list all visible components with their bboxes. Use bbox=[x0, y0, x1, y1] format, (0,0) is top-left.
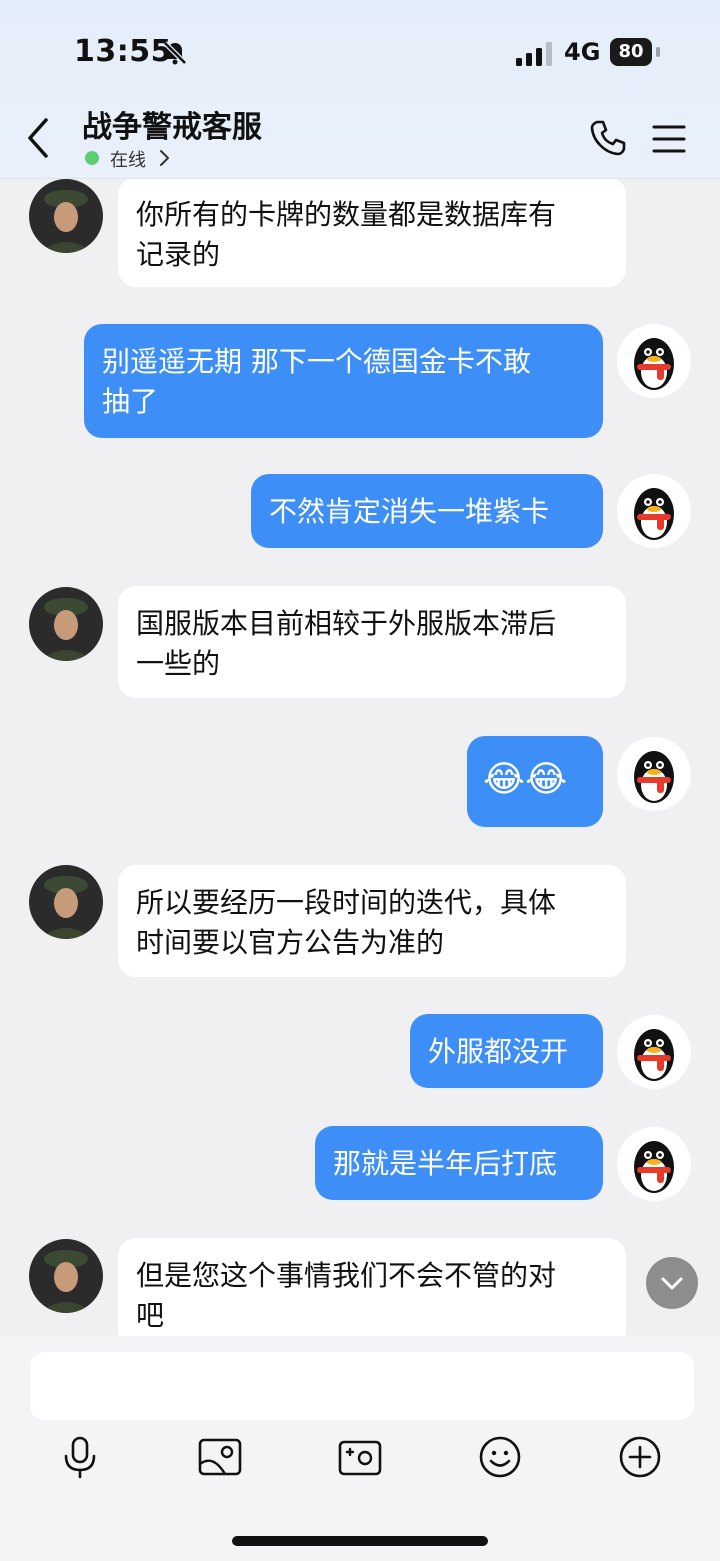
status-time: 13:55 bbox=[74, 34, 172, 69]
menu-icon[interactable] bbox=[652, 124, 686, 154]
emoji-icon[interactable] bbox=[477, 1434, 523, 1480]
user-avatar[interactable] bbox=[617, 737, 691, 811]
bell-muted-icon bbox=[163, 41, 187, 65]
message-bubble-incoming[interactable]: 但是您这个事情我们不会不管的对 吧 bbox=[118, 1238, 626, 1336]
agent-avatar[interactable] bbox=[29, 1239, 103, 1313]
message-bubble-outgoing[interactable]: 外服都没开 bbox=[410, 1014, 603, 1088]
online-status[interactable]: 在线 bbox=[110, 146, 146, 172]
plus-icon[interactable] bbox=[617, 1434, 663, 1480]
chat-title: 战争警戒客服 bbox=[82, 110, 262, 145]
cellular-signal-icon bbox=[516, 42, 552, 66]
camera-icon[interactable] bbox=[337, 1434, 383, 1480]
message-bubble-outgoing[interactable]: 那就是半年后打底 bbox=[315, 1126, 603, 1200]
agent-avatar[interactable] bbox=[29, 587, 103, 661]
penguin-avatar-icon bbox=[617, 737, 691, 811]
chat-area[interactable]: 你所有的卡牌的数量都是数据库有 记录的 别遥遥无期 那下一个德国金卡不敢 抽了 … bbox=[0, 179, 720, 1336]
user-avatar[interactable] bbox=[617, 1015, 691, 1089]
message-bubble-incoming[interactable]: 国服版本目前相较于外服版本滞后 一些的 bbox=[118, 586, 626, 698]
chevron-right-icon[interactable] bbox=[157, 149, 171, 167]
soldier-avatar-icon bbox=[29, 179, 103, 253]
chevron-down-icon bbox=[661, 1277, 683, 1290]
soldier-avatar-icon bbox=[29, 587, 103, 661]
phone-icon[interactable] bbox=[588, 118, 628, 158]
battery-level: 80 bbox=[610, 38, 660, 66]
network-type: 4G bbox=[564, 38, 601, 66]
message-bubble-outgoing[interactable]: 不然肯定消失一堆紫卡 bbox=[251, 474, 603, 548]
agent-avatar[interactable] bbox=[29, 865, 103, 939]
online-status-dot bbox=[85, 151, 99, 165]
soldier-avatar-icon bbox=[29, 865, 103, 939]
home-indicator bbox=[232, 1536, 488, 1546]
message-input[interactable] bbox=[30, 1352, 694, 1420]
navigation-header: 13:55 4G 80 战争警戒客服 在线 bbox=[0, 0, 720, 179]
message-bubble-incoming[interactable]: 所以要经历一段时间的迭代，具体 时间要以官方公告为准的 bbox=[118, 865, 626, 977]
user-avatar[interactable] bbox=[617, 474, 691, 548]
user-avatar[interactable] bbox=[617, 324, 691, 398]
back-chevron-icon[interactable] bbox=[24, 116, 54, 160]
message-bubble-incoming[interactable]: 你所有的卡牌的数量都是数据库有 记录的 bbox=[118, 179, 626, 287]
message-bubble-outgoing[interactable]: 别遥遥无期 那下一个德国金卡不敢 抽了 bbox=[84, 324, 603, 438]
penguin-avatar-icon bbox=[617, 324, 691, 398]
battery-indicator: 80 bbox=[610, 38, 662, 66]
penguin-avatar-icon bbox=[617, 1127, 691, 1201]
microphone-icon[interactable] bbox=[57, 1434, 103, 1480]
penguin-avatar-icon bbox=[617, 1015, 691, 1089]
message-bubble-outgoing[interactable]: 😂😂 bbox=[467, 736, 603, 827]
image-icon[interactable] bbox=[197, 1434, 243, 1480]
soldier-avatar-icon bbox=[29, 1239, 103, 1313]
agent-avatar[interactable] bbox=[29, 179, 103, 253]
user-avatar[interactable] bbox=[617, 1127, 691, 1201]
penguin-avatar-icon bbox=[617, 474, 691, 548]
scroll-to-bottom-button[interactable] bbox=[646, 1257, 698, 1309]
input-bar bbox=[0, 1336, 720, 1561]
